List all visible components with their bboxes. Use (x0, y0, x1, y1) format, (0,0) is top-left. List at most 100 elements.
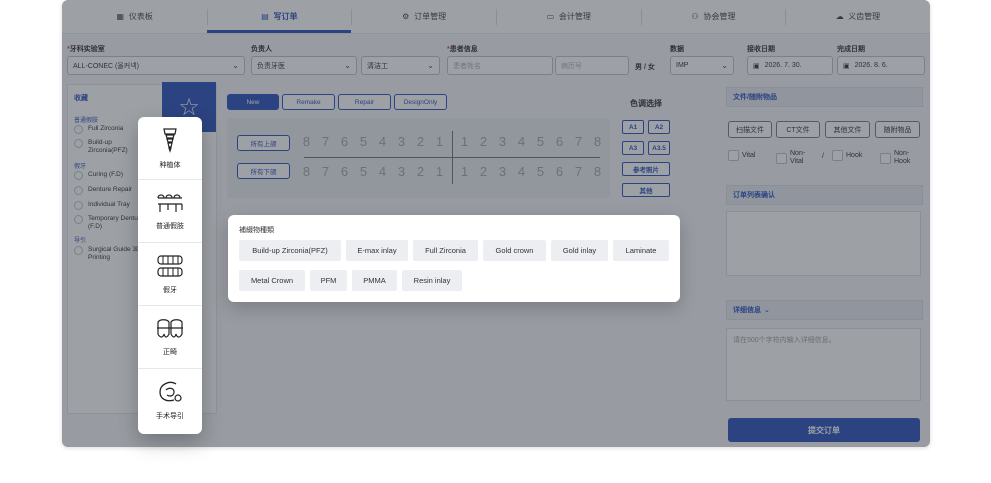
lower-left-teeth[interactable]: 87654321 (297, 164, 449, 179)
favorite-item[interactable]: Build-up Zirconia(PFZ) (74, 139, 144, 155)
tooth[interactable]: 5 (354, 134, 373, 149)
tooth[interactable]: 1 (430, 164, 449, 179)
tab-dashboard[interactable]: ▦ 仪表板 (62, 0, 207, 33)
tooth[interactable]: 2 (474, 134, 493, 149)
favorite-item[interactable]: Surgical Guide 3D Printing (74, 246, 146, 262)
shade-a35[interactable]: A3.5 (648, 141, 670, 155)
tooth[interactable]: 4 (512, 134, 531, 149)
checkbox[interactable] (74, 171, 83, 180)
tooth[interactable]: 3 (493, 134, 512, 149)
data-select[interactable]: IMP ⌄ (670, 56, 734, 75)
ct-file-button[interactable]: CT文件 (776, 121, 820, 138)
checkbox[interactable] (74, 125, 83, 134)
checkbox[interactable] (832, 150, 843, 161)
upper-right-teeth[interactable]: 12345678 (455, 134, 607, 149)
category-implant[interactable]: 种植体 (138, 117, 202, 180)
attachment-button[interactable]: 随附物品 (875, 121, 920, 138)
tooth[interactable]: 6 (550, 134, 569, 149)
tooth[interactable]: 4 (512, 164, 531, 179)
non-vital-option[interactable]: Non-Vital (776, 150, 808, 166)
cleaner-select[interactable]: 清洁工 ⌄ (361, 56, 440, 75)
order-type-new[interactable]: New (227, 94, 279, 110)
checkbox[interactable] (74, 139, 83, 148)
tab-write-order[interactable]: ▤ 写订单 (206, 0, 352, 33)
prosthesis-type-option[interactable]: PMMA (352, 270, 397, 291)
favorite-item[interactable]: Temporary Denture (F.D) (74, 215, 146, 231)
checkbox[interactable] (728, 150, 739, 161)
tooth[interactable]: 3 (392, 134, 411, 149)
submit-order-button[interactable]: 提交订单 (728, 418, 920, 442)
vital-option[interactable]: Vital (728, 150, 756, 161)
tooth[interactable]: 6 (335, 134, 354, 149)
prosthesis-type-option[interactable]: Gold crown (483, 240, 546, 261)
tooth[interactable]: 6 (550, 164, 569, 179)
category-surgical-guide[interactable]: 手术导引 (138, 369, 202, 432)
prosthesis-type-option[interactable]: PFM (310, 270, 347, 291)
received-date-input[interactable]: ▣ 2026. 7. 30. (747, 56, 833, 75)
scan-file-button[interactable]: 扫描文件 (728, 121, 772, 138)
favorite-item[interactable]: Denture Repair (74, 186, 132, 195)
non-hook-option[interactable]: Non-Hook (880, 150, 914, 166)
checkbox[interactable] (776, 152, 787, 164)
favorite-item[interactable]: Curing (F.D) (74, 171, 123, 180)
detail-textarea[interactable]: 请在500个字符内输入详细信息。 (726, 328, 921, 401)
category-prosthesis[interactable]: 普通假肢 (138, 180, 202, 243)
gender-toggle[interactable]: 男 / 女 (635, 62, 655, 72)
patient-name-input[interactable]: 患者姓名 (447, 56, 553, 75)
other-shade-button[interactable]: 其他 (622, 183, 670, 197)
tooth[interactable]: 3 (493, 164, 512, 179)
shade-a3[interactable]: A3 (622, 141, 644, 155)
favorite-item[interactable]: Full Zirconia (74, 125, 123, 134)
shade-a1[interactable]: A1 (622, 120, 644, 134)
checkbox[interactable] (74, 246, 83, 255)
prosthesis-type-option[interactable]: Metal Crown (239, 270, 305, 291)
other-file-button[interactable]: 其他文件 (825, 121, 870, 138)
checkbox[interactable] (880, 152, 891, 164)
reference-photo-button[interactable]: 参考照片 (622, 162, 670, 176)
upper-left-teeth[interactable]: 87654321 (297, 134, 449, 149)
checkbox[interactable] (74, 215, 83, 224)
tab-accounting[interactable]: ▭ 会计管理 (496, 0, 641, 33)
select-all-lower-button[interactable]: 所有下颌 (237, 163, 290, 179)
tooth[interactable]: 2 (474, 164, 493, 179)
prosthesis-type-option[interactable]: Full Zirconia (413, 240, 478, 261)
lower-right-teeth[interactable]: 12345678 (455, 164, 607, 179)
lab-select[interactable]: ALL-CONEC (올커넥) ⌄ (67, 56, 245, 75)
dentist-select[interactable]: 负责牙医 ⌄ (251, 56, 357, 75)
order-type-design-only[interactable]: DesignOnly (394, 94, 447, 110)
tooth[interactable]: 4 (373, 164, 392, 179)
order-type-repair[interactable]: Repair (338, 94, 391, 110)
tooth[interactable]: 7 (569, 164, 588, 179)
tab-denture-management[interactable]: ☁ 义齿管理 (785, 0, 930, 33)
tooth[interactable]: 1 (455, 164, 474, 179)
tooth[interactable]: 5 (531, 134, 550, 149)
prosthesis-type-option[interactable]: Build-up Zirconia(PFZ) (239, 240, 341, 261)
category-denture[interactable]: 假牙 (138, 243, 202, 306)
order-type-remake[interactable]: Remake (282, 94, 335, 110)
detail-header[interactable]: 详细信息 ⌄ (726, 300, 923, 320)
select-all-upper-button[interactable]: 所有上颌 (237, 135, 290, 151)
tab-order-management[interactable]: ⚙ 订单管理 (351, 0, 496, 33)
tooth[interactable]: 7 (316, 134, 335, 149)
tooth[interactable]: 2 (411, 164, 430, 179)
prosthesis-type-option[interactable]: E-max inlay (346, 240, 408, 261)
tooth[interactable]: 5 (354, 164, 373, 179)
prosthesis-type-option[interactable]: Laminate (613, 240, 669, 261)
prosthesis-type-option[interactable]: Resin inlay (402, 270, 462, 291)
favorite-item[interactable]: Individual Tray (74, 201, 130, 210)
category-orthodontics[interactable]: 正畸 (138, 306, 202, 369)
tooth[interactable]: 7 (569, 134, 588, 149)
completed-date-input[interactable]: ▣ 2026. 8. 6. (837, 56, 925, 75)
tooth[interactable]: 1 (430, 134, 449, 149)
tab-association[interactable]: ⚇ 协会管理 (640, 0, 786, 33)
tooth[interactable]: 4 (373, 134, 392, 149)
shade-a2[interactable]: A2 (648, 120, 670, 134)
tooth[interactable]: 3 (392, 164, 411, 179)
tooth[interactable]: 2 (411, 134, 430, 149)
prosthesis-type-option[interactable]: Gold inlay (551, 240, 608, 261)
record-number-input[interactable]: 病历号 (555, 56, 629, 75)
tooth[interactable]: 6 (335, 164, 354, 179)
tooth[interactable]: 5 (531, 164, 550, 179)
tooth[interactable]: 8 (588, 134, 607, 149)
tooth[interactable]: 8 (588, 164, 607, 179)
